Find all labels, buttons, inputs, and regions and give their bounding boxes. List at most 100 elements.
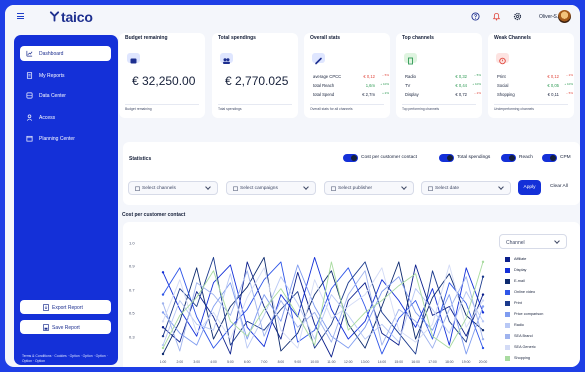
line-chart: 1.0 0.9 0.7 0.5 0.3 1:00 2:00 3:00 4:00 5:00 6:00 7… — [129, 241, 488, 365]
legend-channel-select[interactable]: Channel — [499, 234, 567, 249]
sidebar-item-label: Dashboard — [39, 51, 64, 57]
divider — [125, 104, 199, 105]
settings-gear-icon[interactable] — [513, 12, 522, 21]
notification-bell-icon[interactable] — [492, 12, 501, 21]
x-tick-label: 6:00 — [244, 360, 251, 364]
data-point[interactable] — [481, 337, 485, 341]
toggle-switch[interactable] — [542, 154, 557, 162]
user-name[interactable]: Oliver S. — [539, 14, 558, 20]
legend-label: Display — [514, 268, 527, 273]
statistics-panel: Statistics Cost per customer contact Tot… — [123, 142, 580, 205]
menu-icon[interactable] — [17, 13, 24, 19]
data-point[interactable] — [161, 293, 165, 296]
x-tick-label: 16:00 — [411, 360, 420, 364]
legend-swatch — [505, 356, 510, 361]
data-point[interactable] — [161, 311, 165, 314]
x-tick-label: 3:00 — [193, 360, 200, 364]
legend-label: Shopping — [514, 356, 531, 361]
select-date[interactable]: Select date — [421, 181, 511, 195]
toggle-cpm[interactable]: CPM — [542, 154, 574, 162]
x-tick-label: 11:00 — [327, 360, 335, 364]
save-report-button[interactable]: Save Report — [20, 320, 111, 334]
toggle-total-spendings[interactable]: Total spendings — [439, 154, 509, 162]
data-point[interactable] — [481, 320, 485, 323]
data-point[interactable] — [481, 329, 485, 332]
toggle-reach[interactable]: Reach — [501, 154, 537, 162]
data-point[interactable] — [161, 334, 165, 338]
legend-swatch — [505, 334, 510, 339]
card-footer: Underperforming channels — [494, 107, 534, 111]
data-point[interactable] — [481, 260, 485, 264]
sidebar-item-access[interactable]: Access — [20, 110, 111, 125]
data-point[interactable] — [161, 320, 165, 323]
x-tick-label: 13:00 — [361, 360, 370, 364]
toggle-switch[interactable] — [501, 154, 516, 162]
data-point[interactable] — [161, 346, 165, 350]
y-tick-label: 0.7 — [129, 288, 135, 293]
stat-value: € 0,72 — [455, 92, 467, 97]
stat-row: Social € 0,05 + 10% — [497, 82, 573, 90]
sidebar-item-label: My Reports — [39, 73, 65, 79]
export-report-button[interactable]: Export Report — [20, 300, 111, 314]
calendar-icon — [331, 186, 336, 191]
calendar-icon — [428, 186, 433, 191]
sidebar-item-label: Access — [39, 115, 56, 121]
data-point[interactable] — [161, 352, 165, 356]
stat-label: average CPCC — [313, 74, 342, 79]
toggle-cost-per-contact[interactable]: Cost per customer contact — [343, 154, 443, 162]
sidebar-footer-links[interactable]: Terms & Conditions · Cookies · Option · … — [22, 354, 114, 364]
data-point[interactable] — [161, 326, 165, 329]
legend-swatch — [505, 323, 510, 328]
chevron-down-icon — [205, 184, 211, 190]
clear-all-button[interactable]: Clear All — [550, 184, 568, 189]
x-tick-label: 20:00 — [479, 360, 488, 364]
data-point[interactable] — [481, 305, 485, 308]
data-point[interactable] — [481, 299, 485, 302]
toggle-label: Cost per customer contact — [361, 155, 417, 161]
data-point[interactable] — [481, 311, 485, 314]
sidebar-item-planning-center[interactable]: Planning Center — [20, 131, 111, 146]
stat-change: + 10% — [472, 82, 481, 86]
divider — [402, 104, 476, 105]
legend-swatch — [505, 312, 510, 317]
stat-change: + 10% — [564, 82, 573, 86]
toggle-switch[interactable] — [343, 154, 358, 162]
x-tick-label: 10:00 — [310, 360, 319, 364]
data-point[interactable] — [161, 302, 165, 305]
series-line-shopping[interactable] — [162, 261, 484, 349]
avatar[interactable] — [558, 10, 571, 23]
stat-label: Print — [497, 74, 506, 79]
data-point[interactable] — [481, 275, 485, 278]
stat-value: 1,6m — [365, 83, 375, 88]
apply-button[interactable]: Apply — [518, 180, 541, 195]
x-tick-label: 1:00 — [160, 360, 167, 364]
budget-remaining-card: Budget remaining € 32,250.00 Budget rema… — [119, 33, 205, 118]
stat-row: TV € 0,44 + 10% — [405, 82, 481, 90]
y-tick-label: 0.5 — [129, 311, 135, 316]
select-campaigns[interactable]: Select campaigns — [226, 181, 316, 195]
legend-label: Print — [514, 301, 522, 306]
spendings-value: € 2,770.025 — [225, 74, 289, 88]
legend-label: Price comparison — [514, 312, 544, 317]
chart-panel: 1.0 0.9 0.7 0.5 0.3 1:00 2:00 3:00 4:00 5:00 6:00 7… — [123, 222, 580, 367]
x-tick-label: 4:00 — [210, 360, 217, 364]
budget-value: € 32,250.00 — [132, 74, 196, 88]
data-point[interactable] — [161, 271, 165, 274]
data-point[interactable] — [481, 346, 485, 350]
sidebar-item-dashboard[interactable]: Dashboard — [20, 46, 111, 61]
toggle-switch[interactable] — [439, 154, 454, 162]
select-channels[interactable]: Select channels — [128, 181, 218, 195]
x-tick-label: 2:00 — [177, 360, 184, 364]
help-icon[interactable] — [471, 12, 480, 21]
legend-label: SEA Generic — [514, 345, 536, 350]
x-tick-label: 7:00 — [261, 360, 268, 364]
sidebar-item-data-center[interactable]: Data Center — [20, 88, 111, 103]
data-point[interactable] — [481, 293, 485, 296]
legend-label: Affiliate — [514, 257, 527, 262]
stat-label: Shopping — [497, 92, 515, 97]
chevron-down-icon[interactable]: ⌄ — [551, 13, 555, 19]
select-publisher[interactable]: Select publisher — [324, 181, 414, 195]
pen-icon — [312, 53, 325, 65]
sidebar-item-my-reports[interactable]: My Reports — [20, 68, 111, 83]
sidebar-item-label: Planning Center — [39, 136, 75, 142]
